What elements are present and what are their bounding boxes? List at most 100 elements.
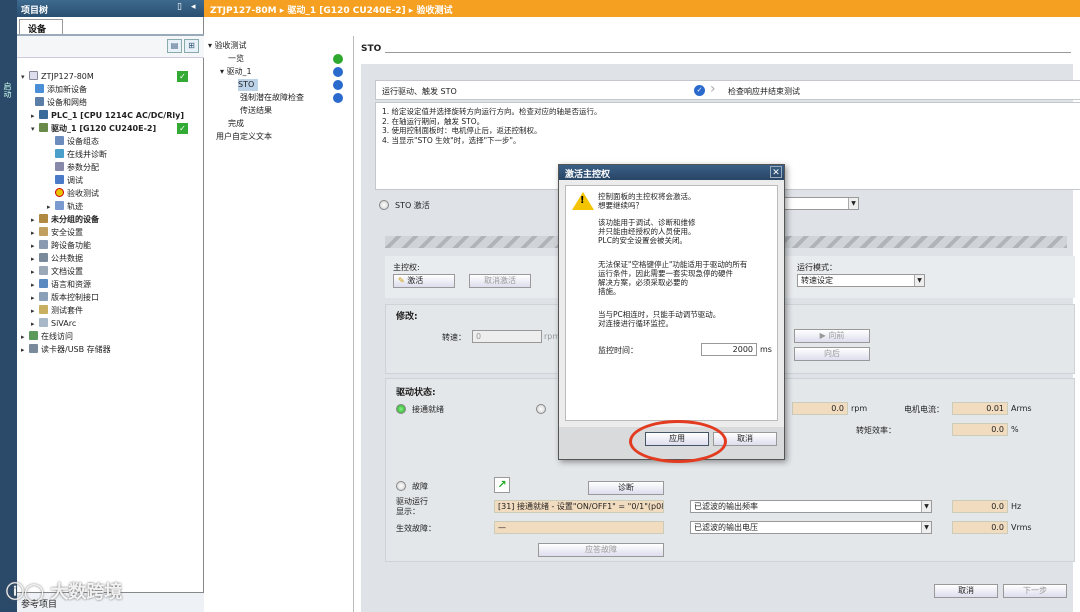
step-user-text[interactable]: 用户自定义文本: [216, 131, 272, 143]
ungrouped-icon: [39, 214, 48, 223]
tree-item-add-device[interactable]: 添加新设备: [35, 83, 87, 96]
ready-led: [396, 404, 406, 414]
project-tree-title-bar: 项目树 ▯ ◂: [17, 0, 204, 17]
tree-item-param[interactable]: 参数分配: [55, 161, 99, 174]
sto-active-indicator: STO 激活: [379, 200, 430, 211]
goto-arrow-icon[interactable]: ↗: [494, 477, 510, 493]
overview-icon[interactable]: ⊞: [184, 39, 199, 53]
ack-fault-button[interactable]: 应答故障: [538, 543, 664, 557]
output-frequency-select[interactable]: 已滤波的输出频率 ▼: [690, 500, 932, 513]
step-forced-check[interactable]: 强制潜在故障检查: [240, 92, 304, 104]
run-mode-select[interactable]: 转速设定 ▼: [797, 274, 925, 287]
tree-item-trace[interactable]: ▸ 轨迹: [47, 200, 83, 213]
tree-item-cross-device[interactable]: ▸ 跨设备功能: [31, 239, 91, 252]
step-drive[interactable]: ▾ 驱动_1: [220, 66, 252, 78]
tree-item-drive[interactable]: ▾ 驱动_1 [G120 CU240E-2]: [31, 122, 156, 135]
step-sto[interactable]: STO: [238, 79, 258, 91]
tree-item-sivarc[interactable]: ▸ SiVArc: [31, 317, 76, 330]
start-tab[interactable]: 启动: [2, 82, 13, 98]
activate-button[interactable]: ✎ 激活: [393, 274, 455, 288]
tree-item-doc-settings[interactable]: ▸ 文档设置: [31, 265, 83, 278]
forced-check-status-icon: [333, 93, 343, 103]
watermark: ⓘ◯ 大数跨境: [6, 582, 123, 603]
output-frequency-value: 0.0: [952, 500, 1008, 513]
key-icon: ✎: [398, 276, 405, 285]
master-control-label: 主控权:: [393, 263, 420, 272]
security-icon: [39, 227, 48, 236]
next-button[interactable]: 下一步: [1003, 584, 1067, 598]
step-next-label: 检查响应并结束测试: [728, 87, 800, 96]
instruction-line: 1. 给定设定值并选择旋转方向运行方向。检查对应的轴是否运行。: [382, 107, 602, 116]
tree-toolbar: ▤ ⊞: [17, 36, 204, 58]
drive-status-icon: [333, 67, 343, 77]
speed-input[interactable]: 0: [472, 330, 542, 343]
deactivate-button[interactable]: 取消激活: [469, 274, 531, 288]
step-finish[interactable]: 完成: [228, 118, 244, 130]
tree-item-device-config[interactable]: 设备组态: [55, 135, 99, 148]
tree-item-commissioning[interactable]: 调试: [55, 174, 83, 187]
tree-item-languages[interactable]: ▸ 语言和资源: [31, 278, 91, 291]
tree-item-ungrouped[interactable]: ▸ 未分组的设备: [31, 213, 99, 226]
fault-led: [396, 481, 406, 491]
project-icon: [29, 71, 38, 80]
tree-item-security[interactable]: ▸ 安全设置: [31, 226, 83, 239]
step-done-icon: ✓: [694, 85, 705, 96]
step-transfer-results[interactable]: 传送结果: [240, 105, 272, 117]
close-icon[interactable]: ✕: [770, 166, 782, 178]
active-fault-display: —: [494, 521, 664, 534]
tree-item-card-reader[interactable]: ▸ 读卡器/USB 存储器: [21, 343, 111, 356]
project-tree-panel: 项目树 ▯ ◂ 设备 ▤ ⊞ ▾ ZTJP127-80M ✓ 添加新设备 设备和网…: [17, 0, 204, 612]
output-voltage-select[interactable]: 已滤波的输出电压 ▼: [690, 521, 932, 534]
tree-item-project[interactable]: ▾ ZTJP127-80M: [21, 70, 94, 83]
cross-device-icon: [39, 240, 48, 249]
active-fault-label: 生效故障：: [396, 524, 436, 533]
commissioning-icon: [55, 175, 64, 184]
tab-devices[interactable]: 设备: [19, 19, 63, 35]
highlight-circle: [629, 420, 727, 463]
tree-item-plc[interactable]: ▸ PLC_1 [CPU 1214C AC/DC/Rly]: [31, 109, 184, 122]
chevron-down-icon: ▼: [921, 501, 931, 512]
tree-item-version-control[interactable]: ▸ 版本控制接口: [31, 291, 99, 304]
radio-indicator-2: [536, 404, 552, 414]
motor-current-unit: Arms: [1011, 404, 1032, 413]
tree-item-test-suite[interactable]: ▸ 测试套件: [31, 304, 83, 317]
diagnose-button[interactable]: 诊断: [588, 481, 664, 495]
collapse-left-icon[interactable]: ◂: [191, 2, 196, 12]
network-icon: [35, 97, 44, 106]
param-icon: [55, 162, 64, 171]
dialog-text-line: PLC的安全设置会被关闭。: [598, 236, 687, 245]
motor-current-value: 0.01: [952, 402, 1008, 415]
monitor-time-unit: ms: [760, 345, 772, 354]
tree-item-acceptance-test[interactable]: 验收测试: [55, 187, 99, 200]
drive-run-label: 驱动运行 显示：: [396, 497, 428, 516]
tree-item-devices-networks[interactable]: 设备和网络: [35, 96, 87, 109]
backward-button[interactable]: 向后: [794, 347, 870, 361]
chevron-down-icon: ▼: [921, 522, 931, 533]
detail-view-icon[interactable]: ▤: [167, 39, 182, 53]
doc-settings-icon: [39, 266, 48, 275]
cancel-button[interactable]: 取消: [934, 584, 998, 598]
monitor-time-input[interactable]: 2000: [701, 343, 757, 356]
tree-item-online-diag[interactable]: 在线并诊断: [55, 148, 107, 161]
step-arrow-icon: ›: [710, 81, 716, 97]
online-diag-icon: [55, 149, 64, 158]
top-dropdown[interactable]: ▼: [775, 197, 859, 210]
run-mode-label: 运行模式：: [797, 263, 837, 272]
sto-status-icon: [333, 80, 343, 90]
step-acceptance-test[interactable]: ▾ 验收测试: [208, 40, 247, 52]
drive-run-display: [31] 接通就绪 - 设置"ON/OFF1" = "0/1"(p0840: [494, 500, 664, 513]
chevron-down-icon: ▼: [848, 198, 858, 209]
tree-item-online-access[interactable]: ▸ 在线访问: [21, 330, 73, 343]
section-title: STO: [361, 44, 382, 54]
section-divider: [385, 52, 1071, 53]
sto-active-led: [379, 200, 389, 210]
overview-status-icon: [333, 54, 343, 64]
panel-pin-icon[interactable]: ▯: [177, 2, 182, 12]
actual-speed-unit: rpm: [851, 404, 868, 413]
dialog-text-line: 对连接进行循环监控。: [598, 319, 673, 328]
modify-label: 修改:: [396, 312, 418, 322]
step-overview[interactable]: 一览: [228, 53, 244, 65]
trace-icon: [55, 201, 64, 210]
tree-item-common-data[interactable]: ▸ 公共数据: [31, 252, 83, 265]
forward-button[interactable]: ▶ 向前: [794, 329, 870, 343]
